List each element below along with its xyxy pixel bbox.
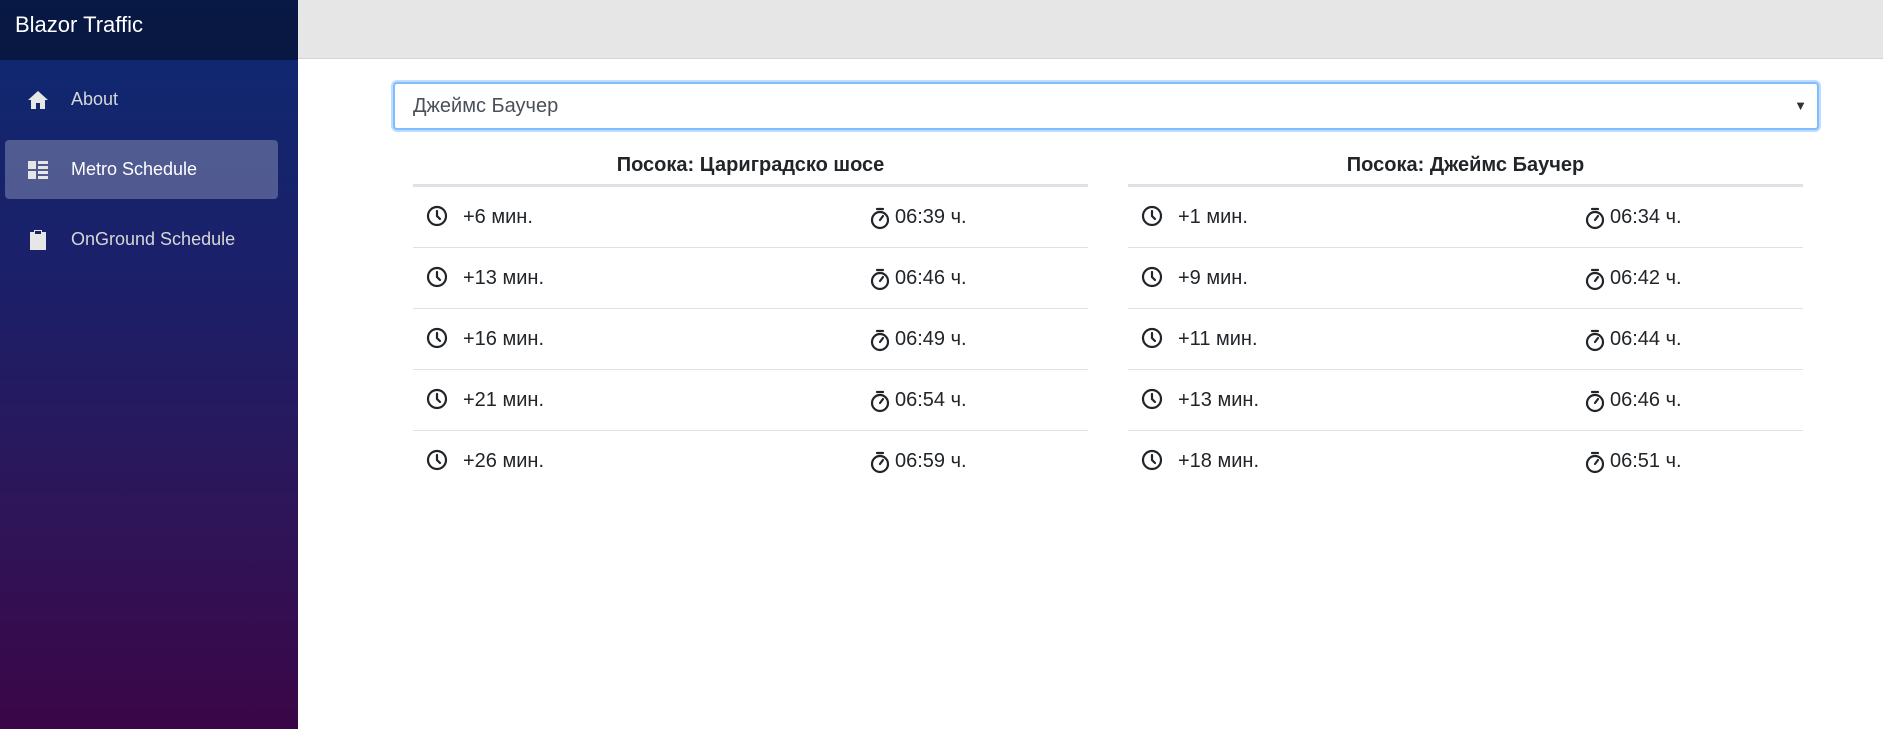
schedule-row: +9 мин. 06:42 ч. xyxy=(1128,248,1803,309)
wait-minutes: +18 мин. xyxy=(1178,450,1260,472)
sidebar-nav: About Metro Schedule OnGround Schedule xyxy=(0,60,298,269)
schedule-row: +13 мин. 06:46 ч. xyxy=(413,248,1088,309)
schedule-row: +13 мин. 06:46 ч. xyxy=(1128,370,1803,431)
schedule-row: +18 мин. 06:51 ч. xyxy=(1128,431,1803,492)
wait-minutes: +1 мин. xyxy=(1178,206,1248,228)
schedule-row: +11 мин. 06:44 ч. xyxy=(1128,309,1803,370)
wait-minutes: +26 мин. xyxy=(463,450,545,472)
app-root: Blazor Traffic About Metro Schedule OnGr… xyxy=(0,0,1883,729)
schedule-row: +16 мин. 06:49 ч. xyxy=(413,309,1088,370)
timer-icon xyxy=(1583,329,1607,353)
main-content: Джеймс Баучер ▼ Посока: Цариградско шосе… xyxy=(298,59,1883,729)
wait-minutes: +9 мин. xyxy=(1178,267,1248,289)
timer-icon xyxy=(868,207,892,231)
dashboard-list-icon xyxy=(25,157,51,183)
schedule-row: +1 мин. 06:34 ч. xyxy=(1128,187,1803,248)
sidebar-item-label: OnGround Schedule xyxy=(71,229,236,249)
timer-icon xyxy=(868,329,892,353)
arrival-time: 06:46 ч. xyxy=(1610,389,1682,411)
schedule-row: +21 мин. 06:54 ч. xyxy=(413,370,1088,431)
station-select-value: Джеймс Баучер xyxy=(413,95,559,117)
arrival-time: 06:46 ч. xyxy=(895,267,967,289)
arrival-time: 06:54 ч. xyxy=(895,389,967,411)
clock-icon xyxy=(425,387,449,411)
wait-minutes: +6 мин. xyxy=(463,206,533,228)
wait-minutes: +16 мин. xyxy=(463,328,545,350)
schedule-row: +6 мин. 06:39 ч. xyxy=(413,187,1088,248)
schedule-columns: Посока: Цариградско шосе +6 мин. 06:39 ч… xyxy=(413,147,1803,492)
arrival-time: 06:44 ч. xyxy=(1610,328,1682,350)
home-icon xyxy=(25,87,51,113)
chevron-down-icon: ▼ xyxy=(1794,98,1807,113)
sidebar-item-label: Metro Schedule xyxy=(71,159,198,179)
wait-minutes: +13 мин. xyxy=(1178,389,1260,411)
direction-column: Посока: Джеймс Баучер +1 мин. 06:34 ч. +… xyxy=(1128,147,1803,492)
brand-title[interactable]: Blazor Traffic xyxy=(0,0,298,60)
timer-icon xyxy=(868,268,892,292)
wait-minutes: +13 мин. xyxy=(463,267,545,289)
clock-icon xyxy=(1140,448,1164,472)
arrival-time: 06:59 ч. xyxy=(895,450,967,472)
arrival-time: 06:51 ч. xyxy=(1610,450,1682,472)
wait-minutes: +11 мин. xyxy=(1178,328,1258,350)
arrival-time: 06:39 ч. xyxy=(895,206,967,228)
station-select[interactable]: Джеймс Баучер ▼ xyxy=(393,82,1819,130)
direction-column: Посока: Цариградско шосе +6 мин. 06:39 ч… xyxy=(413,147,1088,492)
timer-icon xyxy=(868,390,892,414)
clock-icon xyxy=(1140,265,1164,289)
direction-title: Посока: Джеймс Баучер xyxy=(1128,144,1803,187)
clock-icon xyxy=(425,448,449,472)
sidebar-item-about[interactable]: About xyxy=(5,70,278,129)
clock-icon xyxy=(1140,326,1164,350)
clock-icon xyxy=(1140,204,1164,228)
arrival-time: 06:49 ч. xyxy=(895,328,967,350)
timer-icon xyxy=(1583,207,1607,231)
schedule-row: +26 мин. 06:59 ч. xyxy=(413,431,1088,492)
clock-icon xyxy=(425,265,449,289)
wait-minutes: +21 мин. xyxy=(463,389,545,411)
clipboard-icon xyxy=(25,227,51,253)
sidebar-item-label: About xyxy=(71,89,119,109)
sidebar: Blazor Traffic About Metro Schedule OnGr… xyxy=(0,0,298,729)
arrival-time: 06:42 ч. xyxy=(1610,267,1682,289)
arrival-time: 06:34 ч. xyxy=(1610,206,1682,228)
timer-icon xyxy=(1583,390,1607,414)
timer-icon xyxy=(868,451,892,475)
timer-icon xyxy=(1583,451,1607,475)
timer-icon xyxy=(1583,268,1607,292)
sidebar-item-onground-schedule[interactable]: OnGround Schedule xyxy=(5,210,278,269)
direction-title: Посока: Цариградско шосе xyxy=(413,144,1088,187)
clock-icon xyxy=(425,326,449,350)
top-bar xyxy=(298,0,1883,59)
sidebar-item-metro-schedule[interactable]: Metro Schedule xyxy=(5,140,278,199)
clock-icon xyxy=(1140,387,1164,411)
clock-icon xyxy=(425,204,449,228)
